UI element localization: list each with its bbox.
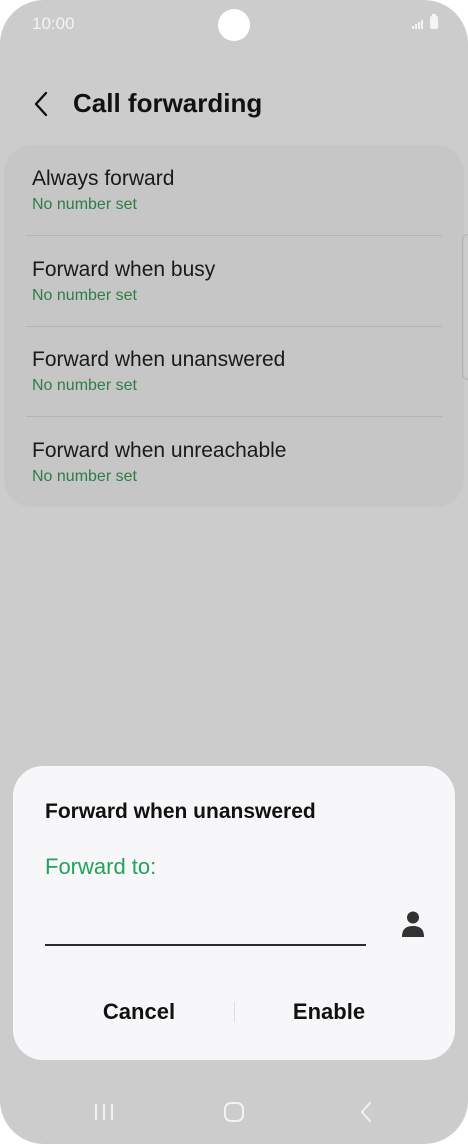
list-item-always-forward[interactable]: Always forward No number set <box>4 145 464 235</box>
forward-dialog: Forward when unanswered Forward to: Canc… <box>13 766 455 1060</box>
home-icon <box>224 1102 244 1122</box>
back-button[interactable] <box>26 86 56 122</box>
list-item-label: Always forward <box>32 167 175 190</box>
list-item-status: No number set <box>32 196 137 213</box>
list-item-label: Forward when busy <box>32 258 216 281</box>
enable-button[interactable]: Enable <box>244 992 414 1032</box>
contact-person-icon <box>402 911 424 937</box>
list-item-label: Forward when unreachable <box>32 439 287 462</box>
cancel-button[interactable]: Cancel <box>54 992 224 1032</box>
contacts-button[interactable] <box>397 906 429 942</box>
dialog-title: Forward when unanswered <box>45 800 316 823</box>
status-icons <box>412 14 438 29</box>
signal-icon <box>412 20 423 29</box>
forwarding-options-list: Always forward No number set Forward whe… <box>4 145 464 507</box>
button-divider <box>234 1002 235 1022</box>
nav-back-icon <box>361 1102 371 1122</box>
list-item-status: No number set <box>32 468 137 485</box>
list-item-forward-when-busy[interactable]: Forward when busy No number set <box>4 236 464 326</box>
list-item-label: Forward when unanswered <box>32 348 286 371</box>
battery-icon <box>430 14 438 29</box>
forward-to-label: Forward to: <box>45 854 157 879</box>
recents-button[interactable] <box>84 1096 124 1128</box>
recents-icon <box>95 1104 113 1120</box>
navigation-bar <box>0 1086 468 1136</box>
forward-number-input[interactable] <box>45 904 366 946</box>
home-button[interactable] <box>214 1096 254 1128</box>
phone-screen: 10:00 Call forwarding Always forward No … <box>0 0 468 1144</box>
page-title: Call forwarding <box>73 88 263 118</box>
list-item-status: No number set <box>32 377 137 394</box>
back-arrow-icon <box>34 91 48 117</box>
list-item-forward-when-unreachable[interactable]: Forward when unreachable No number set <box>4 417 464 507</box>
list-item-forward-when-unanswered[interactable]: Forward when unanswered No number set <box>4 326 464 416</box>
list-item-status: No number set <box>32 287 137 304</box>
camera-cutout <box>218 9 250 41</box>
scrollbar[interactable] <box>462 234 468 380</box>
status-time: 10:00 <box>32 14 75 33</box>
nav-back-button[interactable] <box>346 1096 386 1128</box>
